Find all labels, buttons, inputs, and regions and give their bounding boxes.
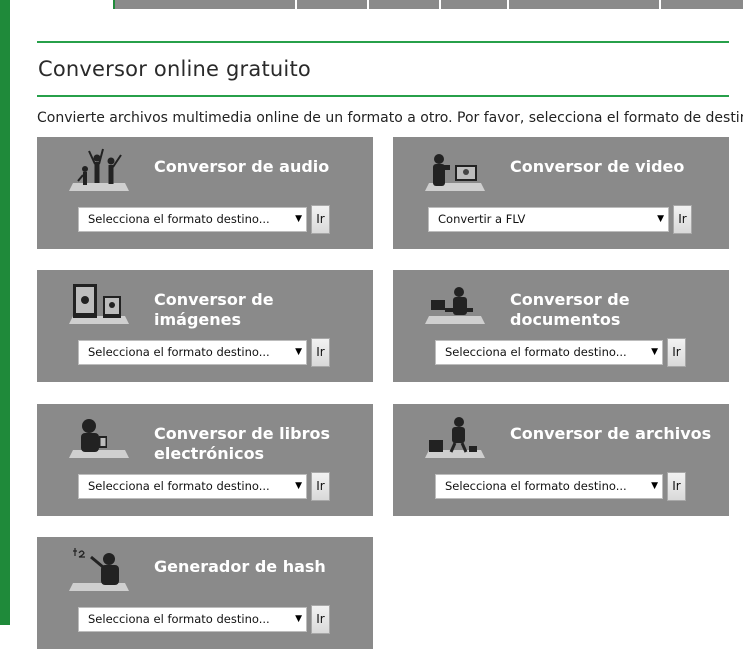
card-title: Conversor de libros electrónicos xyxy=(154,424,330,463)
select-value: Selecciona el formato destino... xyxy=(445,345,627,359)
format-select[interactable]: Selecciona el formato destino... ▼ xyxy=(435,474,663,499)
ebook-converter-card: Conversor de libros electrónicos Selecci… xyxy=(37,404,373,516)
photo-frames-icon xyxy=(69,284,129,324)
dropdown-arrow-icon: ▼ xyxy=(295,481,302,491)
dropdown-arrow-icon: ▼ xyxy=(657,214,664,224)
archive-box-icon xyxy=(425,417,485,458)
format-select[interactable]: Selecciona el formato destino... ▼ xyxy=(78,607,307,632)
document-converter-card: Conversor de documentos Selecciona el fo… xyxy=(393,270,729,382)
go-button[interactable]: Ir xyxy=(667,472,686,501)
nav-tab[interactable] xyxy=(661,0,743,9)
intro-text: Convierte archivos multimedia online de … xyxy=(37,110,743,126)
nav-tab[interactable] xyxy=(509,0,659,9)
left-accent-bar xyxy=(0,0,10,625)
card-title: Generador de hash xyxy=(154,557,326,576)
go-button[interactable]: Ir xyxy=(667,338,686,367)
dropdown-arrow-icon: ▼ xyxy=(295,347,302,357)
hash-writer-icon xyxy=(69,548,129,591)
go-button[interactable]: Ir xyxy=(311,205,330,234)
select-value: Selecciona el formato destino... xyxy=(88,345,270,359)
card-title: Conversor de archivos xyxy=(510,424,712,443)
select-value: Selecciona el formato destino... xyxy=(88,479,270,493)
page-title: Conversor online gratuito xyxy=(38,57,311,81)
select-value: Selecciona el formato destino... xyxy=(445,479,627,493)
dancing-people-icon xyxy=(69,148,129,191)
video-converter-card: Conversor de video Convertir a FLV ▼ Ir xyxy=(393,137,729,249)
nav-tab[interactable] xyxy=(297,0,367,9)
card-title: Conversor de audio xyxy=(154,157,330,176)
nav-tab[interactable] xyxy=(115,0,295,9)
nav-tab[interactable] xyxy=(441,0,507,9)
dropdown-arrow-icon: ▼ xyxy=(295,214,302,224)
ebook-reader-icon xyxy=(69,419,129,458)
audio-converter-card: Conversor de audio Selecciona el formato… xyxy=(37,137,373,249)
go-button[interactable]: Ir xyxy=(311,338,330,367)
go-button[interactable]: Ir xyxy=(311,605,330,634)
format-select[interactable]: Convertir a FLV ▼ xyxy=(428,207,669,232)
format-select[interactable]: Selecciona el formato destino... ▼ xyxy=(78,207,307,232)
card-title: Conversor de documentos xyxy=(510,290,630,329)
dropdown-arrow-icon: ▼ xyxy=(651,481,658,491)
format-select[interactable]: Selecciona el formato destino... ▼ xyxy=(78,474,307,499)
video-camera-icon xyxy=(425,154,485,191)
card-title: Conversor de video xyxy=(510,157,685,176)
office-worker-icon xyxy=(425,287,485,324)
go-button[interactable]: Ir xyxy=(673,205,692,234)
card-title: Conversor de imágenes xyxy=(154,290,274,329)
format-select[interactable]: Selecciona el formato destino... ▼ xyxy=(78,340,307,365)
select-value: Selecciona el formato destino... xyxy=(88,612,270,626)
archive-converter-card: Conversor de archivos Selecciona el form… xyxy=(393,404,729,516)
go-button[interactable]: Ir xyxy=(311,472,330,501)
dropdown-arrow-icon: ▼ xyxy=(651,347,658,357)
nav-tab-active[interactable] xyxy=(35,0,115,9)
image-converter-card: Conversor de imágenes Selecciona el form… xyxy=(37,270,373,382)
format-select[interactable]: Selecciona el formato destino... ▼ xyxy=(435,340,663,365)
title-bottom-rule xyxy=(37,95,729,97)
select-value: Convertir a FLV xyxy=(438,212,526,226)
hash-generator-card: Generador de hash Selecciona el formato … xyxy=(37,537,373,649)
dropdown-arrow-icon: ▼ xyxy=(295,614,302,624)
nav-tab[interactable] xyxy=(369,0,439,9)
title-top-rule xyxy=(37,41,729,43)
top-navigation xyxy=(35,0,743,9)
select-value: Selecciona el formato destino... xyxy=(88,212,270,226)
